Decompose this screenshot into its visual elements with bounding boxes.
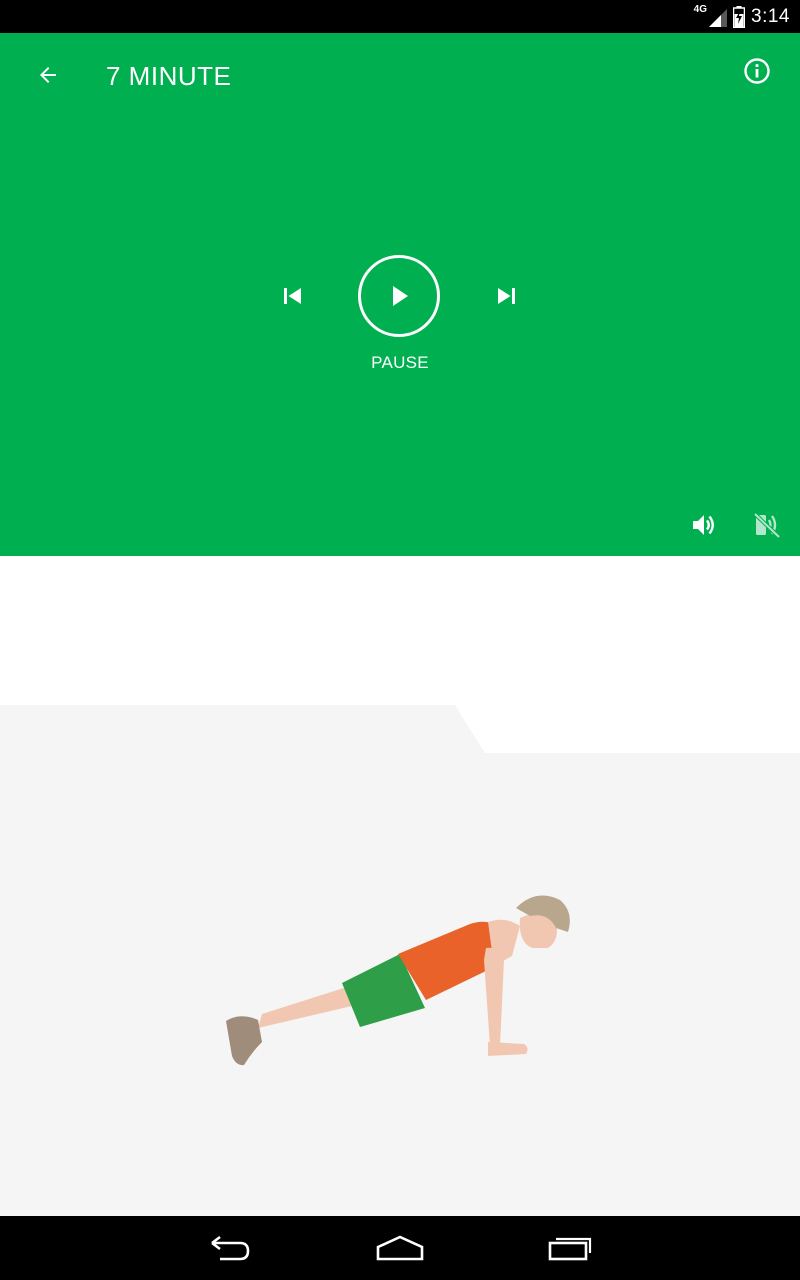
exercise-illustration-area <box>0 556 800 1216</box>
navigation-bar <box>0 1216 800 1280</box>
signal-icon <box>709 8 728 27</box>
nav-home-button[interactable] <box>360 1224 440 1272</box>
back-button[interactable] <box>28 55 68 95</box>
exercise-illustration <box>0 705 800 1216</box>
skip-previous-icon <box>284 288 301 304</box>
nav-back-icon <box>211 1235 250 1261</box>
sound-toggle-button[interactable] <box>684 505 724 545</box>
nav-recents-icon <box>548 1237 592 1261</box>
battery-icon <box>733 5 746 28</box>
voice-toggle-button[interactable] <box>747 505 787 545</box>
nav-home-icon <box>376 1235 424 1261</box>
nav-recents-button[interactable] <box>530 1224 610 1272</box>
play-button[interactable] <box>358 255 440 337</box>
info-button[interactable] <box>737 51 777 91</box>
nav-back-button[interactable] <box>190 1224 270 1272</box>
status-bar: 4G 3:14 <box>0 0 800 33</box>
network-type-label: 4G <box>693 4 708 15</box>
arrow-back-icon <box>40 67 56 83</box>
play-icon <box>358 255 440 337</box>
voice-off-icon <box>753 512 781 539</box>
page-title: 7 MINUTE <box>106 61 232 91</box>
previous-exercise-button[interactable] <box>272 275 314 317</box>
volume-up-icon <box>693 515 714 535</box>
header: 7 MINUTE PAUSE <box>0 33 800 556</box>
skip-next-icon <box>498 288 515 304</box>
next-exercise-button[interactable] <box>485 275 527 317</box>
info-icon <box>744 58 770 84</box>
clock: 3:14 <box>751 5 790 27</box>
player-state-label: PAUSE <box>371 353 429 372</box>
